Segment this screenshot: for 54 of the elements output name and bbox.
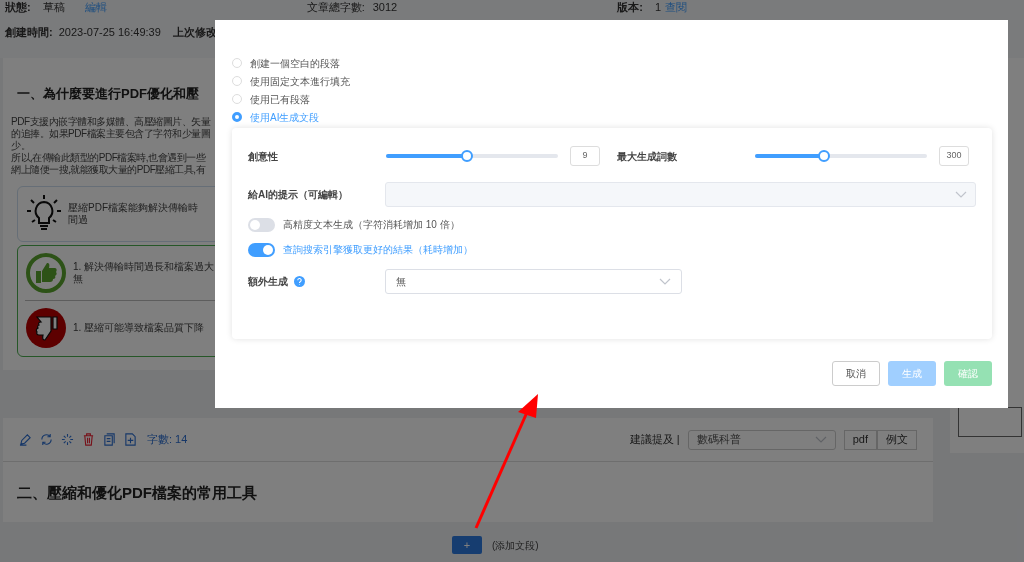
toggle-label: 高精度文本生成（字符消耗增加 10 倍） [283, 218, 460, 232]
pro-text: 1. 解決傳輸時間過長和檔案過大無 [73, 260, 216, 285]
prompt-label: 給AI的提示（可編輯） [248, 188, 349, 202]
thumbs-down-icon [25, 307, 67, 349]
section-heading: 二、壓縮和優化PDF檔案的常用工具 [16, 483, 258, 503]
file-plus-icon[interactable] [124, 433, 137, 446]
paragraph-line: 網上隨便一搜,就能獲取大量的PDF壓縮工具,有 [11, 163, 206, 176]
thumbs-up-icon [25, 251, 67, 294]
toggle-switch[interactable] [248, 242, 275, 257]
slider-label: 創意性 [248, 149, 279, 164]
section-heading: 一、為什麼要進行PDF優化和壓 [17, 85, 199, 103]
version-value: 1 [654, 0, 661, 15]
word-total-value: 3012 [372, 0, 398, 15]
radio-option[interactable]: 使用AI生成文段 [232, 110, 320, 124]
created-value: 2023-07-25 16:49:39 [58, 25, 161, 40]
con-text: 1. 壓縮可能導致檔案品質下降 [73, 322, 205, 334]
tag-button[interactable]: pdf [843, 429, 877, 450]
slider-thumb[interactable] [817, 150, 830, 162]
number-field[interactable]: 300 [939, 146, 969, 166]
number-field[interactable]: 9 [570, 146, 600, 166]
created-label: 創建時間: [5, 25, 53, 40]
radio-option[interactable]: 使用已有段落 [232, 92, 310, 106]
chevron-down-icon [659, 277, 671, 286]
paragraph-line: 少。 [11, 139, 30, 152]
pencil-icon[interactable] [19, 433, 32, 446]
extra-select[interactable]: 無 [385, 269, 682, 294]
copy-icon[interactable] [103, 433, 116, 446]
slider-thumb[interactable] [460, 150, 473, 162]
word-total-label: 文章總字數: [306, 0, 365, 15]
paragraph-line: PDF支援內嵌字體和多媒體、高壓縮圖片、矢量 [11, 115, 210, 127]
add-hint: (添加文段) [492, 538, 539, 553]
radio-option[interactable]: 使用固定文本進行填充 [232, 74, 350, 88]
trash-icon[interactable] [82, 433, 95, 446]
toggle-label: 查詢搜索引擎獲取更好的結果（耗時增加） [283, 243, 473, 257]
status-value: 草稿 [42, 0, 65, 15]
paragraph-line: 的追捧。如果PDF檔案主要包含了字符和少量圖 [11, 127, 210, 140]
suggest-select[interactable]: 數碼科普 [687, 429, 836, 450]
tag-button[interactable]: 例文 [877, 429, 917, 450]
extra-label: 額外生成 [248, 275, 288, 289]
radio-option[interactable]: 創建一個空白的段落 [232, 56, 340, 70]
dialog-button[interactable]: 取消 [832, 361, 880, 386]
word-count: 字數: 14 [147, 432, 188, 448]
toggle-switch[interactable] [248, 217, 275, 232]
status-label: 狀態: [5, 0, 31, 15]
suggest-label: 建議提及 | [629, 432, 680, 448]
help-icon[interactable] [294, 276, 305, 287]
add-button[interactable]: + [452, 536, 482, 554]
version-label: 版本: [617, 0, 643, 15]
slider-label: 最大生成詞數 [617, 149, 678, 164]
chevron-down-icon [814, 435, 827, 444]
callout-text: 壓縮PDF檔案能夠解決傳輸時間過 [68, 201, 198, 226]
sparkle-icon[interactable] [61, 433, 74, 446]
chevron-down-icon [955, 190, 967, 199]
refresh-icon[interactable] [40, 433, 53, 446]
